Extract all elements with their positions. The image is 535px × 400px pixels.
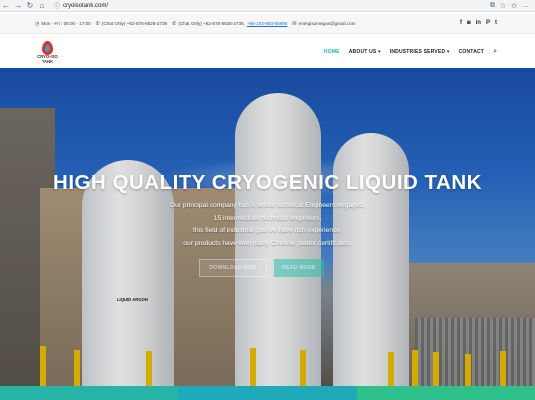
main-nav: HOME ABOUT US ▾ INDUSTRIES SERVED ▾ CONT… — [324, 35, 497, 68]
email-link[interactable]: energisurvegas@gmail.com — [299, 21, 356, 26]
favorites-icon[interactable]: ✩ — [511, 2, 517, 10]
feature-strip — [0, 386, 535, 400]
business-hours: Mon - Fri : 08:00 - 17:00 — [41, 21, 91, 26]
hero-banner: LIQUID ARGON HIGH QUALITY CRYOGENIC LIQU… — [0, 68, 535, 386]
browser-toolbar: ← → ↻ ⌂ ⓘ cryoisotank.com/ ⧉ ☆ ✩ … — [0, 0, 535, 12]
search-icon[interactable]: ⌕ — [493, 48, 497, 56]
address-bar[interactable]: ⓘ cryoisotank.com/ — [54, 1, 108, 11]
contact-info: ◷ Mon - Fri : 08:00 - 17:00 ✆ (Chat Only… — [35, 20, 356, 27]
facebook-icon[interactable]: f — [460, 20, 462, 26]
nav-about[interactable]: ABOUT US ▾ — [349, 49, 381, 55]
logo-drop-icon — [42, 41, 53, 55]
social-links: f ◙ in P t — [460, 20, 497, 26]
whatsapp-icon: ✆ — [95, 20, 100, 27]
phone-chat-1[interactable]: (Chat Only) +62-878-8826-2739 — [102, 21, 167, 26]
feature-strip-segment-2[interactable] — [178, 386, 357, 400]
read-more-button[interactable]: READ MORE — [274, 259, 324, 277]
address-url[interactable]: cryoisotank.com/ — [63, 3, 108, 9]
home-icon[interactable]: ⌂ — [36, 0, 48, 12]
phone-chat-2[interactable]: (Chat Only) +62-878-8826-2739 — [178, 21, 243, 26]
hero-line: our products have won many Chinese paten… — [183, 239, 352, 247]
clock-icon: ◷ — [35, 20, 40, 27]
menu-dots-icon[interactable]: … — [522, 2, 529, 9]
download-now-button[interactable]: DOWNLOAD NOW — [199, 259, 267, 277]
site-logo[interactable]: CRYO-ISO TANK — [35, 41, 60, 67]
hero-line: 15 intermediate technical engineers, — [213, 214, 322, 222]
favorite-star-icon[interactable]: ☆ — [500, 2, 506, 10]
top-info-bar: ◷ Mon - Fri : 08:00 - 17:00 ✆ (Chat Only… — [0, 14, 535, 34]
feature-strip-segment-3[interactable] — [356, 386, 535, 400]
reload-icon[interactable]: ↻ — [24, 0, 36, 12]
instagram-icon[interactable]: ◙ — [467, 20, 471, 26]
nav-industries[interactable]: INDUSTRIES SERVED ▾ — [390, 49, 450, 55]
reading-view-icon[interactable]: ⧉ — [490, 2, 495, 10]
hero-line: Our principal company has 6 senior techn… — [169, 202, 366, 209]
browser-actions: ⧉ ☆ ✩ … — [490, 2, 535, 10]
nav-home[interactable]: HOME — [324, 49, 340, 55]
email-icon: ✉ — [292, 20, 297, 27]
nav-contact[interactable]: CONTACT — [459, 49, 484, 55]
phone-link[interactable]: +86-153-863-65990 — [247, 21, 288, 26]
site-header: CRYO-ISO TANK HOME ABOUT US ▾ INDUSTRIES… — [0, 35, 535, 68]
back-icon[interactable]: ← — [0, 0, 12, 12]
pinterest-icon[interactable]: P — [486, 20, 490, 26]
linkedin-icon[interactable]: in — [476, 20, 481, 26]
hero-description: Our principal company has 6 senior techn… — [0, 200, 535, 250]
info-icon[interactable]: ⓘ — [54, 1, 60, 10]
hero-title: HIGH QUALITY CRYOGENIC LIQUID TANK — [53, 171, 482, 194]
phone-icon: ✆ — [172, 20, 177, 27]
twitter-icon[interactable]: t — [495, 20, 497, 26]
logo-text-line2: TANK — [41, 58, 54, 64]
hero-line: this field of industrial gas we have ric… — [192, 227, 343, 234]
forward-icon[interactable]: → — [12, 0, 24, 12]
feature-strip-segment-1[interactable] — [0, 386, 179, 400]
